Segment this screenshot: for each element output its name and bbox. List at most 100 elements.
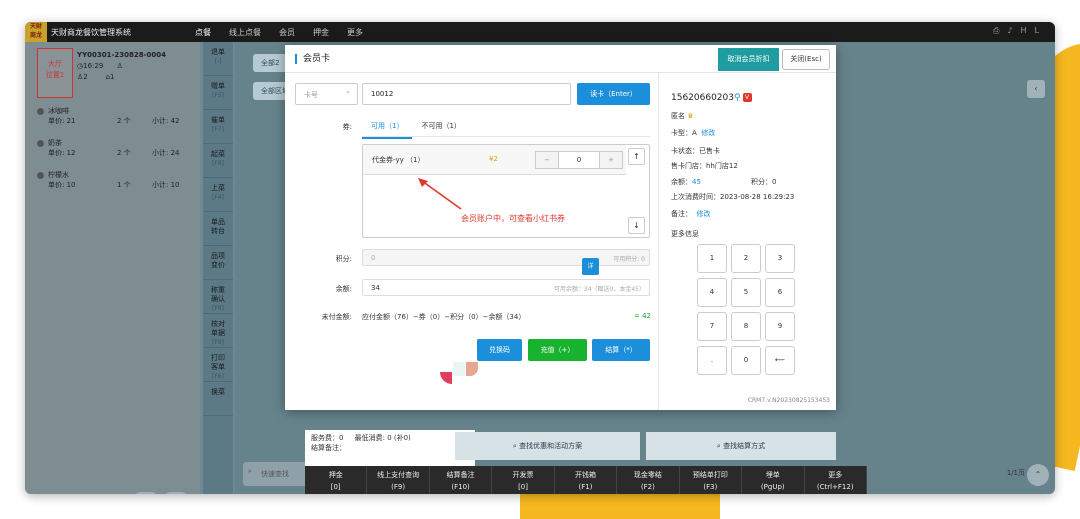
subtotal-label: 小计: xyxy=(152,149,169,157)
more-info-link[interactable]: 更多信息 xyxy=(671,229,699,239)
order-item[interactable]: 柠檬水 单价: 10 1 个 小计: 10 xyxy=(37,170,197,190)
crown-icon: ♛ xyxy=(687,112,694,120)
cancel-member-discount-button[interactable]: 取消会员折扣 xyxy=(718,48,779,71)
chevron-up-icon[interactable]: ⌃ xyxy=(1027,464,1049,486)
item-subtotal: 42 xyxy=(170,117,180,125)
item-price: 21 xyxy=(66,117,76,125)
key-7[interactable]: 7 xyxy=(697,312,727,341)
nav-order[interactable]: 点餐 xyxy=(195,27,211,38)
order-number: YY00301-230828-0004 xyxy=(77,51,167,59)
key-9[interactable]: 9 xyxy=(765,312,795,341)
settle-note: 结算备注： xyxy=(311,444,346,452)
card-type-select[interactable]: 卡号 xyxy=(295,83,358,105)
table-badge[interactable]: 大厅 位置1 xyxy=(37,48,73,98)
zone-tab-all[interactable]: 全部2 xyxy=(253,54,288,72)
card-store: 售卡门店：hh门店12 xyxy=(671,162,738,170)
key-0[interactable]: 0 xyxy=(731,346,761,375)
side-button[interactable]: 催单 [F7] xyxy=(203,110,233,144)
detail-button[interactable]: 详 xyxy=(582,258,599,275)
key-1[interactable]: 1 xyxy=(697,244,727,273)
side-button[interactable]: 起菜 [F8] xyxy=(203,144,233,178)
points-input[interactable]: 0 可用积分: 0 xyxy=(362,249,650,266)
card-status: 卡状态：已售卡 xyxy=(671,147,720,155)
back-arrow-icon[interactable]: ‹ xyxy=(1027,80,1045,98)
scroll-down-arrow-icon[interactable]: ↓ xyxy=(628,217,645,234)
recharge-button[interactable]: 充值（+） xyxy=(528,339,587,361)
user-name[interactable]: HL xyxy=(1021,26,1047,35)
item-dot-icon xyxy=(37,139,44,147)
side-button[interactable]: 核对 单据 [F9] xyxy=(203,314,233,348)
settle-button[interactable]: 结算（*） xyxy=(592,339,650,361)
redeem-code-button[interactable]: 兑换码 xyxy=(477,339,522,361)
seat-count: 1 xyxy=(110,73,115,81)
scroll-up-icon[interactable]: ⌃ xyxy=(133,492,159,494)
order-item[interactable]: 奶茶 单价: 12 2 个 小计: 24 xyxy=(37,138,197,158)
bottom-button[interactable]: 押金 [0] xyxy=(305,466,368,494)
key-4[interactable]: 4 xyxy=(697,278,727,307)
side-button[interactable]: 上菜 [F4] xyxy=(203,178,233,212)
side-button-label: 起菜 xyxy=(211,150,225,158)
close-button[interactable]: 关闭(Esc) xyxy=(782,49,830,70)
find-payment-button[interactable]: ⌕ 查找结算方式 xyxy=(646,432,836,460)
minus-button[interactable]: − xyxy=(536,152,558,168)
side-button-label: 赠单 xyxy=(211,82,225,90)
key-6[interactable]: 6 xyxy=(765,278,795,307)
dialog-title: 会员卡 xyxy=(295,54,330,64)
scroll-down-icon[interactable]: ⌄ xyxy=(163,492,189,494)
key-8[interactable]: 8 xyxy=(731,312,761,341)
side-button[interactable]: 换菜 xyxy=(203,382,233,416)
key-5[interactable]: 5 xyxy=(731,278,761,307)
backspace-key-icon[interactable]: ⟵ xyxy=(765,346,795,375)
bottom-button-label: 预结单打印 xyxy=(692,471,728,479)
nav-deposit[interactable]: 押金 xyxy=(313,27,329,38)
member-name-label: 匿名 xyxy=(671,112,685,120)
order-card[interactable]: 大厅 位置1 YY00301-230828-0004 ◷16:29 ♙ ♙2 ⌂… xyxy=(37,48,197,98)
side-button[interactable]: 赠单 [F5] xyxy=(203,76,233,110)
card-number-input[interactable]: 10012 xyxy=(362,83,571,105)
annotation-text: 会员账户中，可查看小红书券 xyxy=(461,214,565,223)
bottom-button[interactable]: 更多 (Ctrl+F12) xyxy=(805,466,867,494)
member-balance-row: 余额：45 积分：0 xyxy=(671,177,776,187)
bottom-button[interactable]: 现金零结 (F2) xyxy=(617,466,680,494)
side-button[interactable]: 品项 变价 xyxy=(203,246,233,280)
side-button[interactable]: 退单 [-] xyxy=(203,42,233,76)
coupon-qty-value[interactable]: 0 xyxy=(558,152,600,168)
order-time: 16:29 xyxy=(83,62,104,70)
side-button[interactable]: 单品 转台 xyxy=(203,212,233,246)
bottom-button[interactable]: 结算备注 (F10) xyxy=(430,466,493,494)
key-dot[interactable]: . xyxy=(697,346,727,375)
dialog-header: 会员卡 取消会员折扣 关闭(Esc) xyxy=(285,45,836,73)
annotation-arrow-icon xyxy=(418,178,462,210)
balance-input[interactable]: 34 可用余额：34（赠送0，本金45） xyxy=(362,279,650,296)
coupon-qty-stepper: − 0 + xyxy=(535,151,623,169)
bottom-button[interactable]: 埋单 (PgUp) xyxy=(742,466,805,494)
top-nav: 点餐 线上点餐 会员 押金 更多 xyxy=(195,27,381,38)
coupon-row[interactable]: 代金券-yy （1） ¥2 − 0 + xyxy=(363,145,626,175)
edit-remark-link[interactable]: 修改 xyxy=(696,210,710,218)
side-button[interactable]: 打印 客单 [F6] xyxy=(203,348,233,382)
nav-online-order[interactable]: 线上点餐 xyxy=(229,27,261,38)
side-button-key: [F8] xyxy=(212,305,224,312)
nav-member[interactable]: 会员 xyxy=(279,27,295,38)
side-button-key: [F8] xyxy=(212,160,224,167)
item-subtotal: 10 xyxy=(170,181,180,189)
card-type-row: 卡型：A 修改 xyxy=(671,128,715,138)
nav-more[interactable]: 更多 xyxy=(347,27,363,38)
bottom-button[interactable]: 线上支付查询 (F9) xyxy=(367,466,430,494)
side-button[interactable]: 称重 确认 [F8] xyxy=(203,280,233,314)
balance-label: 余额: xyxy=(335,285,352,293)
read-card-button[interactable]: 读卡（Enter） xyxy=(577,83,650,105)
key-2[interactable]: 2 xyxy=(731,244,761,273)
bottom-button[interactable]: 开钱箱 (F1) xyxy=(555,466,618,494)
bottom-button[interactable]: 开发票 [0] xyxy=(492,466,555,494)
key-3[interactable]: 3 xyxy=(765,244,795,273)
bell-icon[interactable]: ♪ xyxy=(1007,26,1020,35)
printer-icon[interactable]: ⎙ xyxy=(993,26,1007,35)
phone-number: 15620660203 xyxy=(671,93,734,103)
order-item[interactable]: 冰咖啡 单价: 21 2 个 小计: 42 xyxy=(37,106,197,126)
find-promo-button[interactable]: ⌕ 查找优惠和活动方案 xyxy=(455,432,640,460)
bottom-button[interactable]: 预结单打印 (F3) xyxy=(680,466,743,494)
edit-card-type-link[interactable]: 修改 xyxy=(701,129,715,137)
scroll-up-arrow-icon[interactable]: ↑ xyxy=(628,148,645,165)
plus-button[interactable]: + xyxy=(600,152,622,168)
